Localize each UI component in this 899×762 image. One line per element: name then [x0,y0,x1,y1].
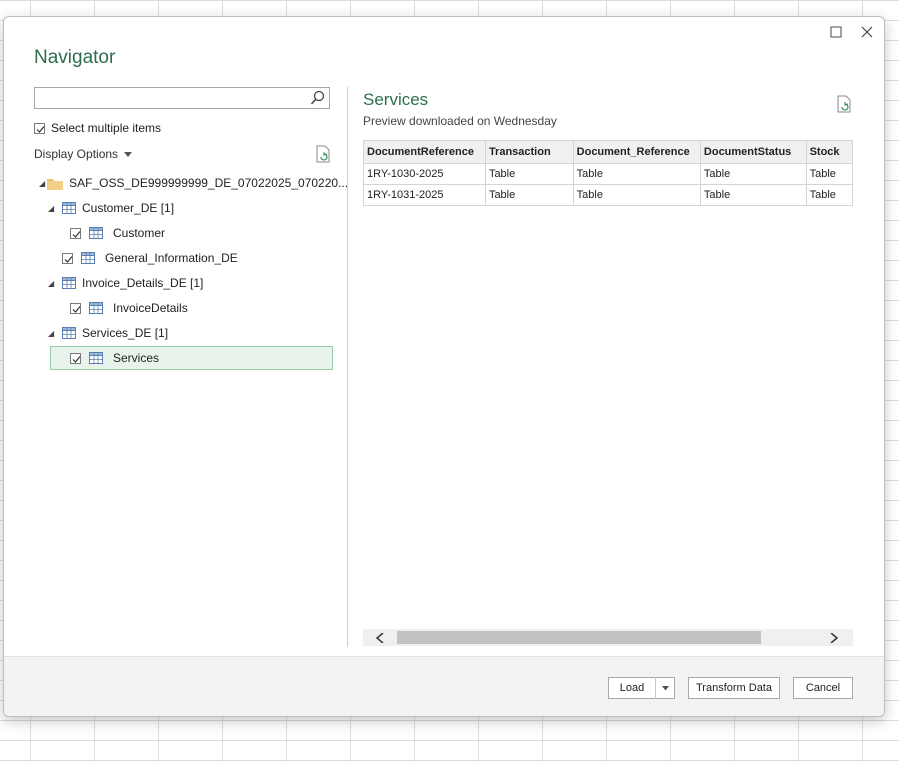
table-icon [81,252,95,264]
invoice-details-checkbox[interactable] [70,302,81,314]
load-button[interactable]: Load [608,677,655,699]
table-icon [62,202,76,214]
search-field[interactable] [38,89,312,109]
table-row: 1RY-1030-2025 Table Table Table Table [363,163,853,185]
tree-item-invoice-details[interactable]: InvoiceDetails [70,297,188,319]
select-multiple-label: Select multiple items [51,121,162,135]
table-cell: Table [699,184,807,206]
table-cell: Table [572,163,701,185]
collapse-caret-icon[interactable]: ◢ [48,204,58,213]
column-header[interactable]: DocumentReference [363,140,486,164]
table-icon [62,277,76,289]
refresh-preview-icon[interactable] [836,95,852,113]
table-header-row: DocumentReference Transaction Document_R… [363,140,853,164]
close-icon[interactable] [856,21,878,43]
tree-group-invoice[interactable]: ◢ Invoice_Details_DE [1] [48,272,203,294]
caret-down-icon [661,682,669,694]
column-header[interactable]: Document_Reference [572,140,701,164]
tree-item-services-label: Services [113,351,160,365]
column-header[interactable]: Stock [805,140,853,164]
tree-item-invoice-details-label: InvoiceDetails [113,301,188,315]
pane-divider[interactable] [347,87,348,647]
tree-item-general-information-label: General_Information_DE [105,251,238,265]
table-icon [89,227,103,239]
tree-item-customer-label: Customer [113,226,166,240]
dialog-title: Navigator [34,47,116,68]
services-checkbox[interactable] [70,352,81,364]
search-input[interactable] [34,87,330,109]
table-row: 1RY-1031-2025 Table Table Table Table [363,184,853,206]
table-cell: 1RY-1031-2025 [363,184,486,206]
cancel-button[interactable]: Cancel [793,677,853,699]
transform-data-button[interactable]: Transform Data [688,677,780,699]
tree-item-general-information[interactable]: General_Information_DE [62,247,238,269]
navigator-dialog: Navigator Select multiple items Display … [3,16,885,717]
tree-group-customer[interactable]: ◢ Customer_DE [1] [48,197,174,219]
tree-item-customer[interactable]: Customer [70,222,165,244]
collapse-caret-icon[interactable]: ◢ [48,279,58,288]
preview-table: DocumentReference Transaction Document_R… [363,140,853,206]
tree-group-services[interactable]: ◢ Services_DE [1] [48,322,168,344]
scrollbar-thumb[interactable] [397,631,761,644]
dialog-footer: Load Transform Data Cancel [4,656,884,716]
table-cell: Table [805,184,853,206]
table-cell: Table [572,184,701,206]
collapse-caret-icon[interactable]: ◢ [39,179,45,188]
maximize-icon[interactable] [825,21,847,43]
tree-group-customer-label: Customer_DE [1] [82,201,175,215]
tree-root-label: SAF_OSS_DE999999999_DE_07022025_070220..… [69,176,349,190]
refresh-icon[interactable] [315,145,331,163]
tree-group-invoice-label: Invoice_Details_DE [1] [82,276,204,290]
preview-subtitle: Preview downloaded on Wednesday [363,114,557,128]
tree-item-services[interactable]: Services [50,346,333,370]
select-multiple-option[interactable]: Select multiple items [34,121,161,135]
customer-checkbox[interactable] [70,227,81,239]
table-cell: Table [484,184,574,206]
preview-grid: DocumentReference Transaction Document_R… [363,140,853,206]
collapse-caret-icon[interactable]: ◢ [48,329,58,338]
preview-title: Services [363,90,429,109]
table-cell: Table [699,163,807,185]
general-information-checkbox[interactable] [62,252,73,264]
table-icon [89,352,103,364]
table-cell: 1RY-1030-2025 [363,163,486,185]
table-cell: Table [805,163,853,185]
search-icon[interactable] [310,90,326,106]
load-dropdown-button[interactable] [655,677,675,699]
table-icon [62,327,76,339]
select-multiple-checkbox[interactable] [34,122,45,134]
scroll-right-icon[interactable] [825,629,842,646]
column-header[interactable]: Transaction [484,140,574,164]
folder-icon [47,177,64,190]
tree-group-services-label: Services_DE [1] [82,326,169,340]
table-icon [89,302,103,314]
display-options-dropdown[interactable]: Display Options [34,147,133,161]
column-header[interactable]: DocumentStatus [699,140,807,164]
tree-root[interactable]: ◢ SAF_OSS_DE999999999_DE_07022025_070220… [39,172,348,194]
horizontal-scrollbar[interactable] [363,629,853,646]
scroll-left-icon[interactable] [371,629,388,646]
table-cell: Table [484,163,574,185]
display-options-label: Display Options [34,147,119,161]
caret-down-icon [124,147,133,161]
